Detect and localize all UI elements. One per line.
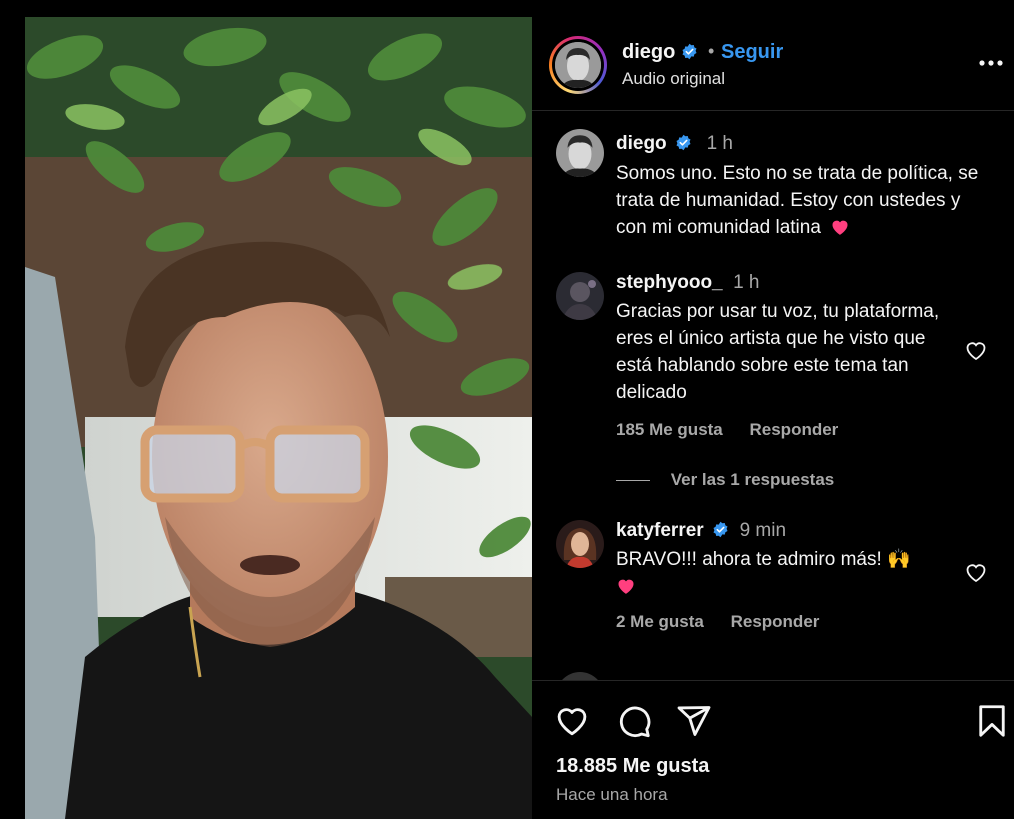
video-frame-illustration xyxy=(25,17,532,819)
follow-button[interactable]: Seguir xyxy=(721,41,783,64)
comment-avatar[interactable] xyxy=(556,672,604,680)
comment-avatar[interactable] xyxy=(556,129,604,177)
comment-text-content: BRAVO!!! ahora te admiro más! 🙌 xyxy=(616,549,911,570)
audio-label[interactable]: Audio original xyxy=(622,69,725,89)
comment-username[interactable]: katyferrer xyxy=(616,520,704,541)
author-avatar[interactable] xyxy=(549,36,607,94)
more-options-icon[interactable] xyxy=(976,53,1006,73)
comment-time[interactable]: 1 h xyxy=(733,272,759,293)
comment-item: katyferrer 9 min BRAVO!!! ahora te admir… xyxy=(532,519,1014,659)
verified-badge-icon xyxy=(676,134,691,151)
comment-text: Somos uno. Esto no se trata de política,… xyxy=(616,160,996,241)
author-username[interactable]: diego xyxy=(622,41,698,64)
share-icon[interactable] xyxy=(676,703,712,739)
comment-meta: 2 Me gusta Responder xyxy=(616,612,841,632)
comment-avatar[interactable] xyxy=(556,272,604,320)
post-video[interactable] xyxy=(25,17,532,819)
comment-time[interactable]: 9 min xyxy=(740,520,786,541)
post-actions-bar: 18.885 Me gusta Hace una hora xyxy=(532,680,1014,819)
comment-username[interactable]: diego xyxy=(616,133,667,154)
separator-dot: • xyxy=(708,41,715,61)
comment-icon[interactable] xyxy=(616,703,652,739)
view-replies-button[interactable]: Ver las 1 respuestas xyxy=(616,470,834,490)
author-username-text[interactable]: diego xyxy=(622,41,675,63)
comment-avatar[interactable] xyxy=(556,520,604,568)
comments-list[interactable]: diego 1 h Somos uno. Esto no se trata de… xyxy=(532,112,1014,680)
comment-text: Gracias por usar tu voz, tu plataforma, … xyxy=(616,301,940,403)
bookmark-icon[interactable] xyxy=(974,703,1010,739)
heart-emoji-icon xyxy=(618,579,634,594)
avatar-photo xyxy=(556,520,604,568)
comment-header: stephyooo_ 1 h xyxy=(616,272,760,294)
post-details-panel: diego • Seguir Audio original diego 1 h … xyxy=(532,17,1014,819)
avatar-photo xyxy=(556,129,604,177)
reply-button[interactable]: Responder xyxy=(731,612,820,631)
verified-badge-icon xyxy=(713,521,728,538)
likes-label[interactable]: Me gusta xyxy=(623,755,710,777)
instagram-post-modal: diego • Seguir Audio original diego 1 h … xyxy=(0,0,1014,819)
post-likes[interactable]: 18.885 Me gusta xyxy=(556,755,709,778)
avatar-photo xyxy=(556,272,604,320)
comment-like-heart-icon[interactable] xyxy=(964,561,988,583)
reply-button[interactable]: Responder xyxy=(750,420,839,439)
heart-emoji-icon xyxy=(832,220,848,235)
comment-likes[interactable]: 185 Me gusta xyxy=(616,420,723,439)
replies-divider-line xyxy=(616,480,650,482)
comment-header: diego 1 h xyxy=(616,133,733,155)
verified-badge-icon xyxy=(682,43,697,60)
caption-comment: diego 1 h Somos uno. Esto no se trata de… xyxy=(532,129,1014,249)
comment-text: BRAVO!!! ahora te admiro más! 🙌 xyxy=(616,546,956,600)
heart-icon[interactable] xyxy=(554,703,590,739)
comment-likes[interactable]: 2 Me gusta xyxy=(616,612,704,631)
comment-text-content: Somos uno. Esto no se trata de política,… xyxy=(616,163,979,238)
avatar-photo xyxy=(555,42,601,88)
view-replies-label[interactable]: Ver las 1 respuestas xyxy=(671,470,835,489)
comment-item: stephyooo_ 1 h Gracias por usar tu voz, … xyxy=(532,272,1014,489)
comment-time[interactable]: 1 h xyxy=(707,133,733,154)
post-header: diego • Seguir Audio original xyxy=(532,17,1014,111)
comment-username[interactable]: stephyooo_ xyxy=(616,272,723,293)
comment-like-heart-icon[interactable] xyxy=(964,339,988,361)
likes-count[interactable]: 18.885 xyxy=(556,755,617,777)
post-timestamp[interactable]: Hace una hora xyxy=(556,785,668,805)
comment-header: katyferrer 9 min xyxy=(616,520,786,542)
comment-meta: 185 Me gusta Responder xyxy=(616,420,860,440)
